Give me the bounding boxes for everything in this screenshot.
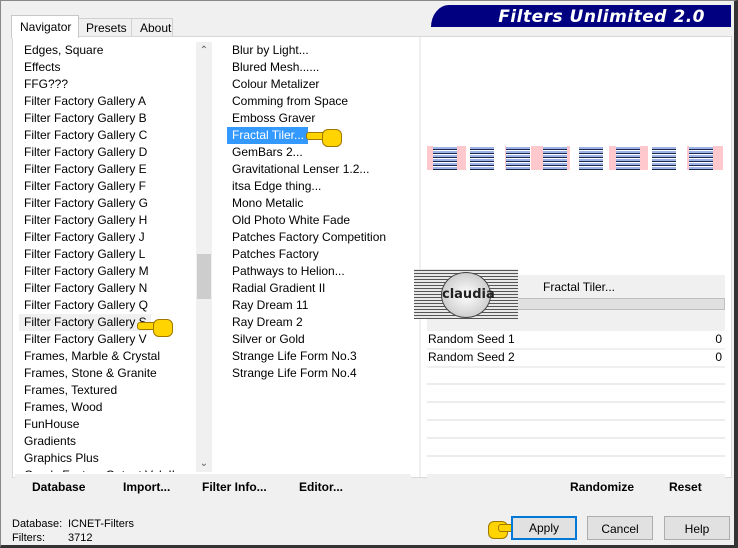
list-item[interactable]: Filter Factory Gallery F [19,178,195,195]
apply-button[interactable]: Apply [511,516,577,540]
author-logo: claudia [414,269,518,319]
list-item[interactable]: GemBars 2... [227,144,417,161]
preview-tile [688,146,713,170]
filters-unlimited-window: Filters Unlimited 2.0 Navigator Presets … [0,0,738,548]
list-item[interactable]: Filter Factory Gallery N [19,280,195,297]
list-item[interactable]: itsa Edge thing... [227,178,417,195]
list-item[interactable]: Comming from Space [227,93,417,110]
list-item[interactable]: Filter Factory Gallery L [19,246,195,263]
list-item[interactable]: Filter Factory Gallery S [19,314,151,331]
preview-tile [469,146,494,170]
filter-list[interactable]: Blur by Light... Blured Mesh...... Colour … [227,42,417,472]
category-scrollbar[interactable]: ⌃ ⌄ [196,42,212,472]
database-button[interactable]: Database [32,480,85,494]
import-button[interactable]: Import... [123,480,170,494]
list-item[interactable]: Greg's Factory Output Vol. II [19,467,195,472]
list-item[interactable]: Effects [19,59,195,76]
list-item[interactable]: Graphics Plus [19,450,195,467]
filter-name: Fractal Tiler... [543,280,616,294]
editor-button[interactable]: Editor... [299,480,343,494]
list-item[interactable]: Blur by Light... [227,42,417,59]
preview-tile [579,146,603,170]
param-random-seed-1[interactable]: Random Seed 1 0 [427,331,725,350]
pointing-hand-icon [306,129,342,147]
title-banner: Filters Unlimited 2.0 [431,5,731,27]
list-item[interactable]: FFG??? [19,76,195,93]
tab-presets[interactable]: Presets [77,18,132,37]
empty-param-row [427,437,725,439]
empty-param-row [427,455,725,457]
list-item[interactable]: Frames, Textured [19,382,195,399]
list-item[interactable]: Gravitational Lenser 1.2... [227,161,417,178]
window-title: Filters Unlimited 2.0 [498,7,705,27]
scroll-down-icon[interactable]: ⌄ [196,455,212,472]
list-item[interactable]: Filter Factory Gallery A [19,93,195,110]
list-item[interactable]: Frames, Stone & Granite [19,365,195,382]
filters-count: 3712 [68,532,93,544]
list-item[interactable]: Filter Factory Gallery G [19,195,195,212]
param-value[interactable]: 0 [715,349,722,366]
list-item[interactable]: Filter Factory Gallery Q [19,297,195,314]
empty-param-row [427,383,725,385]
list-item[interactable]: Blured Mesh...... [227,59,417,76]
tab-about[interactable]: About [131,18,173,37]
database-value: ICNET-Filters [68,518,134,530]
param-value[interactable]: 0 [715,331,722,348]
list-item[interactable]: Filter Factory Gallery H [19,212,195,229]
list-item[interactable]: Ray Dream 11 [227,297,417,314]
param-random-seed-2[interactable]: Random Seed 2 0 [427,349,725,368]
list-item[interactable]: Ray Dream 2 [227,314,417,331]
list-item[interactable]: Filter Factory Gallery B [19,110,195,127]
preview-tile [652,146,676,170]
list-item[interactable]: Edges, Square [19,42,195,59]
param-label: Random Seed 1 [428,332,515,346]
scroll-thumb[interactable] [197,254,211,299]
list-item[interactable]: Filter Factory Gallery J [19,229,195,246]
cancel-button[interactable]: Cancel [587,516,653,540]
list-item[interactable]: Emboss Graver [227,110,417,127]
list-item[interactable]: Mono Metalic [227,195,417,212]
filters-label: Filters: [12,532,45,544]
logo-text: claudia [441,272,495,318]
preview-tile [433,146,457,170]
navigator-toolbar: Database Import... Filter Info... Editor… [15,474,411,502]
list-item[interactable]: Frames, Wood [19,399,195,416]
param-label: Random Seed 2 [428,350,515,364]
preview-tile [542,146,567,170]
list-item[interactable]: Strange Life Form No.4 [227,365,417,382]
list-item[interactable]: Filter Factory Gallery M [19,263,195,280]
scroll-up-icon[interactable]: ⌃ [196,42,212,59]
list-item[interactable]: Patches Factory Competition [227,229,417,246]
help-button[interactable]: Help [664,516,730,540]
list-item[interactable]: Frames, Marble & Crystal [19,348,195,365]
list-item[interactable]: Gradients [19,433,195,450]
pointing-hand-icon [137,319,173,337]
status-info: Database: ICNET-Filters Filters: 3712 [12,517,134,545]
reset-button[interactable]: Reset [669,480,702,494]
list-item[interactable]: Pathways to Helion... [227,263,417,280]
list-item[interactable]: Patches Factory [227,246,417,263]
tab-navigator[interactable]: Navigator [11,15,79,38]
list-item[interactable]: Strange Life Form No.3 [227,348,417,365]
filter-preview [427,146,723,170]
category-list[interactable]: Edges, Square Effects FFG??? Filter Factory… [19,42,195,472]
preview-tile [615,146,640,170]
list-item[interactable]: Silver or Gold [227,331,417,348]
list-item[interactable]: Fractal Tiler... [227,127,309,144]
filter-toolbar: Randomize Reset [427,474,725,502]
panel-divider [419,37,421,477]
list-item[interactable]: Colour Metalizer [227,76,417,93]
list-item[interactable]: Filter Factory Gallery E [19,161,195,178]
preview-tile [506,146,530,170]
database-label: Database: [12,518,63,530]
filter-info-button[interactable]: Filter Info... [202,480,267,494]
list-item[interactable]: Old Photo White Fade [227,212,417,229]
list-item[interactable]: Filter Factory Gallery D [19,144,195,161]
list-item[interactable]: FunHouse [19,416,195,433]
randomize-button[interactable]: Randomize [570,480,634,494]
empty-param-row [427,401,725,403]
list-item[interactable]: Radial Gradient II [227,280,417,297]
list-item[interactable]: Filter Factory Gallery C [19,127,195,144]
empty-param-row [427,419,725,421]
